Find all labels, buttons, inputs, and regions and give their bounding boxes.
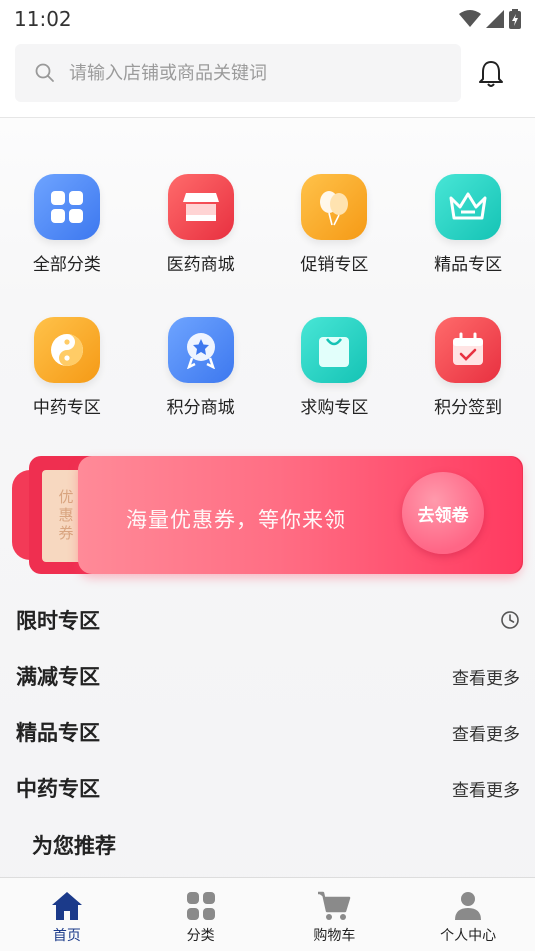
home-icon (51, 892, 82, 920)
category-label: 积分签到 (434, 398, 503, 418)
user-icon (455, 892, 482, 920)
search-icon (35, 63, 54, 82)
tab-label: 购物车 (313, 928, 356, 944)
section-title: 精品专区 (16, 721, 100, 745)
category-label: 求购专区 (300, 398, 369, 418)
section-flash-sale[interactable]: 限时专区 (0, 592, 535, 648)
notification-button[interactable] (476, 58, 506, 90)
calendar-check-icon (435, 317, 502, 383)
section-title: 中药专区 (16, 777, 100, 801)
category-label: 全部分类 (32, 255, 101, 275)
category-label: 精品专区 (434, 255, 503, 275)
tab-label: 个人中心 (440, 928, 497, 944)
balloons-icon (301, 174, 368, 240)
section-title: 限时专区 (16, 609, 100, 633)
view-more-link[interactable]: 查看更多 (452, 664, 520, 689)
coupon-text: 海量优惠券，等你来领 (126, 508, 346, 532)
section-title: 满减专区 (16, 665, 100, 689)
crown-icon (435, 174, 502, 240)
status-bar: 11:02 (0, 0, 535, 38)
signal-icon (486, 10, 504, 28)
category-label: 促销专区 (300, 255, 369, 275)
category-tcm[interactable]: 中药专区 (0, 303, 134, 446)
category-grid-icon (186, 892, 215, 920)
view-more-link[interactable]: 查看更多 (452, 776, 520, 801)
section-premium: 精品专区 查看更多 (0, 704, 535, 760)
category-premium[interactable]: 精品专区 (401, 160, 535, 303)
category-label: 积分商城 (166, 398, 235, 418)
category-label: 医药商城 (166, 255, 235, 275)
category-grid: 全部分类 医药商城 促销专区 精品专区 中药专区 积分商城 求购专区 积分签到 (0, 160, 535, 446)
tab-label: 分类 (186, 928, 215, 944)
recommend-title: 为您推荐 (32, 834, 116, 858)
store-icon (167, 174, 234, 240)
battery-icon (509, 9, 521, 29)
tab-cart[interactable]: 购物车 (268, 878, 402, 951)
category-points-checkin[interactable]: 积分签到 (401, 303, 535, 446)
yin-yang-icon (33, 317, 100, 383)
section-tcm: 中药专区 查看更多 (0, 760, 535, 816)
tab-profile[interactable]: 个人中心 (401, 878, 535, 951)
search-header (0, 38, 535, 118)
category-label: 中药专区 (32, 398, 101, 418)
claim-coupon-button[interactable]: 去领卷 (402, 472, 484, 554)
category-pharmacy-mall[interactable]: 医药商城 (134, 160, 268, 303)
cart-icon (318, 891, 351, 920)
category-promotion[interactable]: 促销专区 (268, 160, 402, 303)
tab-category[interactable]: 分类 (134, 878, 268, 951)
category-all[interactable]: 全部分类 (0, 160, 134, 303)
bottom-tab-bar: 首页 分类 购物车 个人中心 (0, 877, 535, 951)
status-time: 11:02 (14, 7, 72, 31)
grid-icon (33, 174, 100, 240)
section-discount: 满减专区 查看更多 (0, 648, 535, 704)
category-points-mall[interactable]: 积分商城 (134, 303, 268, 446)
tab-label: 首页 (52, 928, 81, 944)
view-more-link[interactable]: 查看更多 (452, 720, 520, 745)
tab-home[interactable]: 首页 (0, 878, 134, 951)
bag-icon (301, 317, 368, 383)
search-input[interactable] (69, 62, 429, 84)
status-icons (459, 9, 521, 29)
medal-icon (167, 317, 234, 383)
bell-icon (479, 61, 503, 87)
search-box[interactable] (15, 44, 461, 102)
clock-icon (501, 611, 519, 629)
coupon-banner[interactable]: 优惠券 海量优惠券，等你来领 去领卷 (12, 456, 523, 576)
category-purchase-request[interactable]: 求购专区 (268, 303, 402, 446)
wifi-icon (459, 10, 481, 27)
